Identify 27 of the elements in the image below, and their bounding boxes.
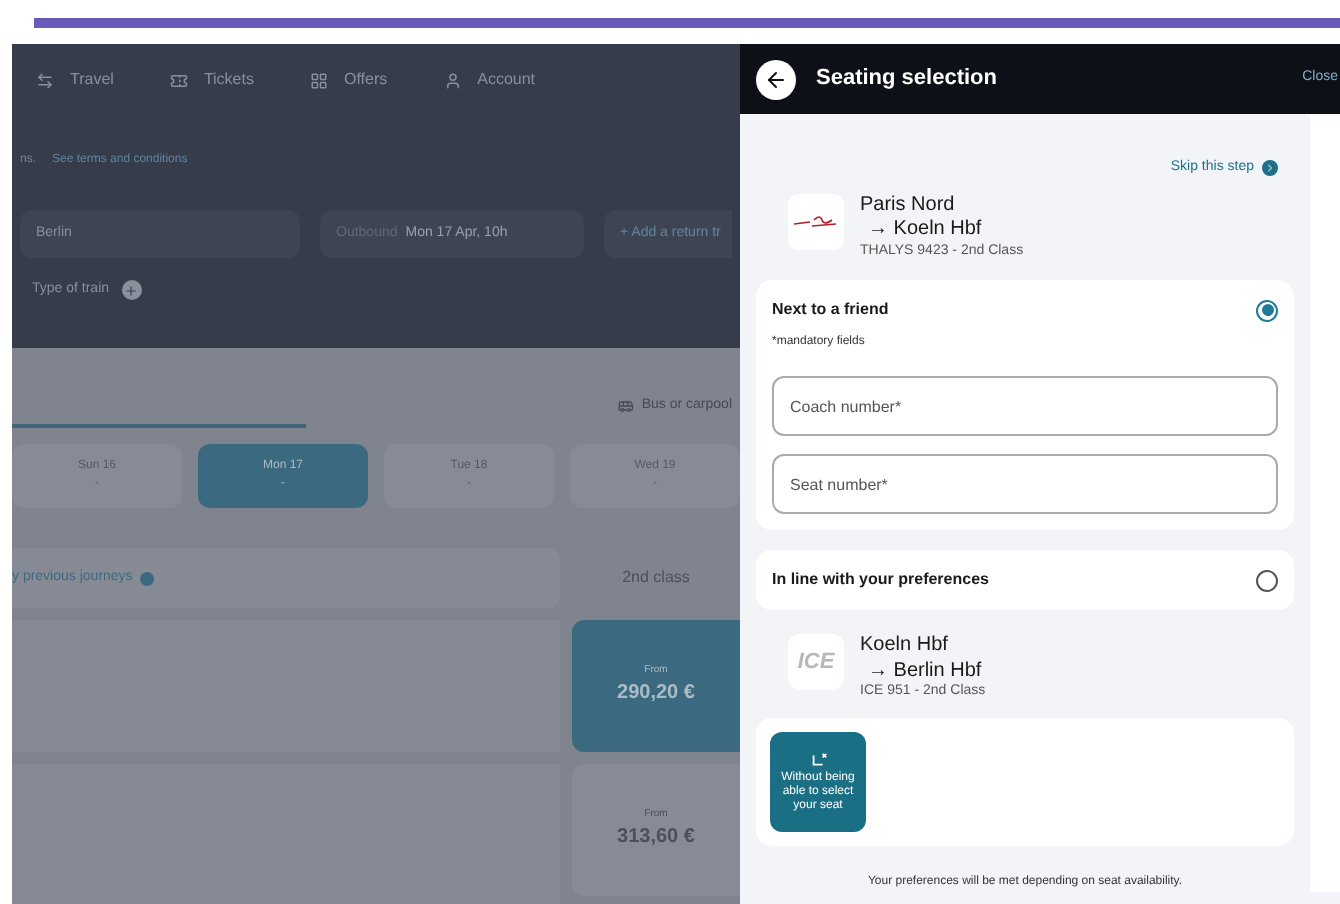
panel-title: Seating selection — [816, 64, 999, 95]
user-icon — [443, 71, 462, 89]
ticket-icon — [169, 71, 188, 89]
option-label: In line with your preferences — [772, 568, 989, 593]
train-logo: ICE — [788, 634, 844, 691]
nav-link[interactable]: Tickets — [169, 68, 254, 92]
nav-link[interactable]: Offers — [309, 68, 388, 92]
bus-icon — [617, 397, 634, 414]
seat-icon — [809, 751, 827, 769]
text-input[interactable]: Coach number* — [772, 376, 1278, 437]
radio-button[interactable] — [1256, 299, 1278, 322]
departure-station: Koeln Hbf — [860, 634, 950, 660]
grid-icon — [309, 71, 328, 89]
train-logo — [788, 193, 844, 249]
nav-link[interactable]: Travel — [36, 68, 114, 92]
radio-button[interactable] — [1256, 569, 1278, 592]
option-label: Next to a friend — [772, 298, 889, 323]
plus-icon — [121, 280, 142, 301]
back-button[interactable] — [756, 59, 796, 99]
arrows-icon — [36, 71, 54, 89]
departure-station: Paris Nord — [860, 193, 957, 218]
arrow-left-icon — [764, 67, 788, 91]
text-input[interactable]: Seat number* — [772, 454, 1278, 515]
next-icon — [1262, 160, 1278, 177]
arrival-station: → Berlin Hbf — [866, 659, 984, 683]
arrival-station: → Koeln Hbf — [866, 218, 984, 243]
nav-link[interactable]: Account — [443, 68, 536, 92]
